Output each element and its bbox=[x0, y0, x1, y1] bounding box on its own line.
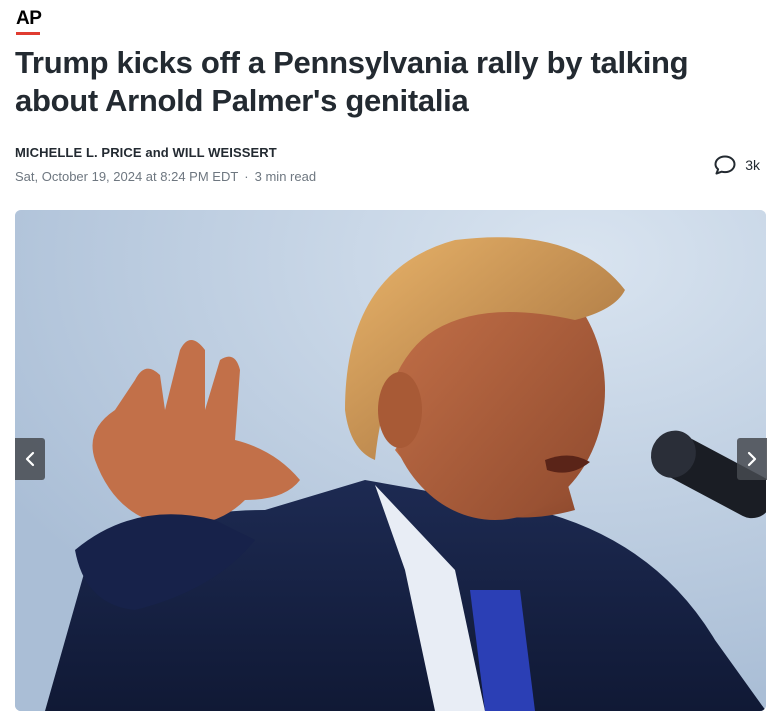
article-photo[interactable] bbox=[15, 210, 766, 711]
gallery-next-button[interactable] bbox=[737, 438, 767, 480]
article-headline: Trump kicks off a Pennsylvania rally by … bbox=[15, 45, 689, 118]
speech-bubble-icon bbox=[714, 155, 736, 175]
publisher-accent-bar bbox=[16, 32, 40, 35]
publisher-logo[interactable]: AP bbox=[16, 8, 42, 35]
comments-count: 3k bbox=[745, 157, 760, 173]
chevron-right-icon bbox=[747, 451, 757, 467]
article-meta: Sat, October 19, 2024 at 8:24 PM EDT · 3 m… bbox=[15, 169, 316, 184]
chevron-left-icon bbox=[25, 451, 35, 467]
rally-photo-illustration bbox=[15, 210, 766, 711]
gallery-prev-button[interactable] bbox=[15, 438, 45, 480]
article-date: Sat, October 19, 2024 at 8:24 PM EDT bbox=[15, 169, 239, 184]
meta-separator: · bbox=[244, 169, 249, 184]
publisher-name: AP bbox=[16, 8, 42, 29]
article-byline: MICHELLE L. PRICE and WILL WEISSERT bbox=[15, 145, 277, 160]
article-read-time: 3 min read bbox=[254, 169, 317, 184]
comments-button[interactable]: 3k bbox=[713, 154, 760, 176]
